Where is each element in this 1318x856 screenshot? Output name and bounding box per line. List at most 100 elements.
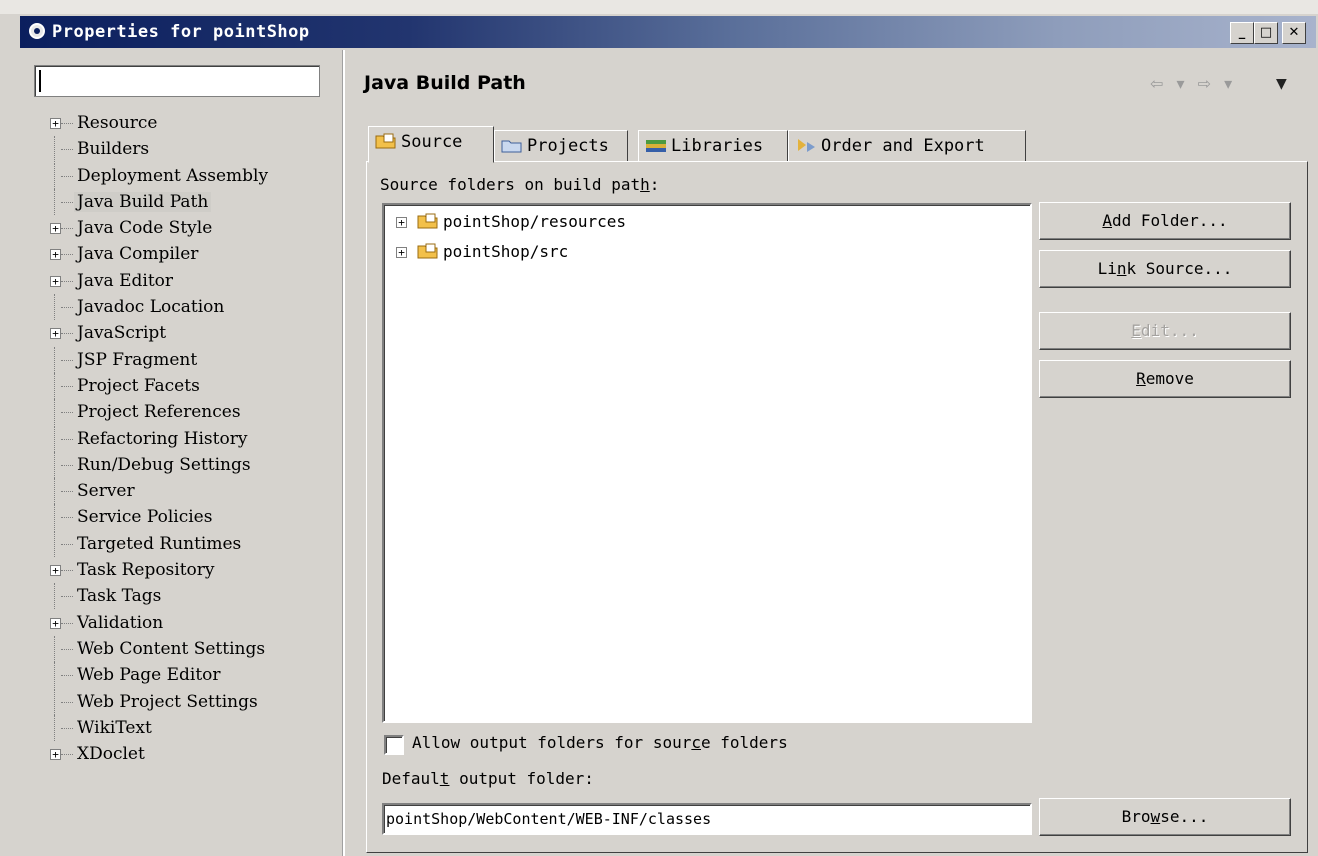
- tree-item[interactable]: + JavaScript: [44, 320, 271, 346]
- expand-icon[interactable]: +: [50, 223, 61, 235]
- close-button[interactable]: ✕: [1282, 22, 1306, 44]
- tree-line: [54, 162, 55, 189]
- add-folder-button[interactable]: Add Folder...: [1039, 202, 1291, 240]
- tree-item-label: Project Facets: [77, 375, 200, 396]
- tree-item[interactable]: + Java Compiler: [44, 241, 271, 267]
- maximize-button[interactable]: □: [1254, 22, 1278, 44]
- tree-item[interactable]: + Task Repository: [44, 557, 271, 583]
- expand-icon[interactable]: +: [50, 328, 61, 340]
- tree-item[interactable]: Project References: [44, 399, 271, 426]
- tree-item[interactable]: + Resource: [44, 110, 271, 136]
- list-item[interactable]: + pointShop/src: [396, 239, 568, 265]
- tree-item[interactable]: + Java Code Style: [44, 215, 271, 241]
- tree-item[interactable]: Targeted Runtimes: [44, 530, 271, 557]
- tree-item[interactable]: JSP Fragment: [44, 346, 271, 373]
- properties-gear-icon: [29, 23, 45, 39]
- tree-item[interactable]: Run/Debug Settings: [44, 451, 271, 478]
- tree-item[interactable]: Service Policies: [44, 504, 271, 531]
- tree-item-label: Deployment Assembly: [77, 165, 269, 186]
- expand-icon[interactable]: +: [50, 617, 61, 629]
- tree-item-label: Java Build Path: [74, 191, 212, 212]
- tree-item-label: WikiText: [77, 717, 152, 738]
- title-bar[interactable]: Properties for pointShop _ □ ✕: [20, 16, 1316, 50]
- tree-connector: [61, 754, 73, 756]
- history-navigation: ⇦ ▾ ⇨ ▾: [1150, 74, 1236, 93]
- tree-item-label: Web Content Settings: [77, 638, 266, 659]
- tab-order-and-export[interactable]: Order and Export: [788, 130, 1026, 162]
- tree-line: [54, 425, 55, 452]
- tree-line: [54, 346, 55, 373]
- allow-output-folders-label[interactable]: Allow output folders for source folders: [412, 733, 788, 752]
- source-folders-list[interactable]: + pointShop/resources + pointShop/src: [382, 203, 1032, 723]
- tree-connector: [61, 254, 73, 256]
- expand-icon[interactable]: +: [50, 118, 61, 129]
- expand-icon[interactable]: +: [396, 247, 407, 258]
- tree-item[interactable]: + Validation: [44, 610, 271, 636]
- list-item[interactable]: + pointShop/resources: [396, 209, 626, 235]
- tree-line: [54, 583, 55, 610]
- tab-projects[interactable]: Projects: [494, 130, 628, 162]
- allow-output-folders-checkbox[interactable]: [384, 735, 404, 755]
- tree-item-label: Javadoc Location: [77, 297, 225, 318]
- tree-item[interactable]: + Java Editor: [44, 268, 271, 294]
- tree-line: [54, 504, 55, 531]
- pane-splitter[interactable]: [342, 50, 345, 856]
- tree-connector: [61, 543, 73, 545]
- tree-connector: [61, 228, 73, 230]
- remove-button[interactable]: Remove: [1039, 360, 1291, 398]
- expand-icon[interactable]: +: [50, 749, 61, 761]
- tree-item[interactable]: Project Facets: [44, 372, 271, 399]
- default-output-folder-field[interactable]: pointShop/WebContent/WEB-INF/classes: [382, 803, 1032, 835]
- tree-line: [54, 662, 55, 689]
- source-folder-icon: [417, 213, 438, 229]
- tab-libraries-label: Libraries: [671, 136, 764, 156]
- source-folder-icon: [375, 133, 396, 149]
- tree-item[interactable]: + XDoclet: [44, 741, 271, 767]
- tree-connector: [61, 438, 73, 440]
- default-output-folder-label: Default output folder:: [382, 769, 594, 788]
- expand-icon[interactable]: +: [50, 249, 61, 261]
- edit-button[interactable]: Edit...: [1039, 312, 1291, 350]
- tree-connector: [61, 491, 73, 493]
- browse-button[interactable]: Browse...: [1039, 798, 1291, 836]
- tab-source[interactable]: Source: [368, 126, 494, 163]
- tree-item[interactable]: Refactoring History: [44, 425, 271, 452]
- tree-item[interactable]: Java Build Path: [44, 188, 271, 215]
- expand-icon[interactable]: +: [50, 275, 61, 287]
- expand-icon[interactable]: +: [50, 565, 61, 577]
- tree-item[interactable]: Web Content Settings: [44, 635, 271, 662]
- tree-connector: [61, 517, 73, 519]
- tree-item[interactable]: WikiText: [44, 714, 271, 741]
- back-button[interactable]: ⇦ ▾: [1150, 74, 1189, 93]
- tree-item-label: Validation: [77, 612, 164, 633]
- view-menu-icon[interactable]: ▼: [1276, 76, 1287, 92]
- folder-label: pointShop/resources: [443, 212, 627, 231]
- tree-item[interactable]: Web Project Settings: [44, 688, 271, 715]
- tree-item-label: Web Project Settings: [77, 691, 258, 712]
- tab-libraries[interactable]: Libraries: [638, 130, 788, 162]
- forward-button[interactable]: ⇨ ▾: [1198, 74, 1237, 93]
- tree-item[interactable]: Web Page Editor: [44, 662, 271, 689]
- expand-icon[interactable]: +: [396, 217, 407, 228]
- tree-connector: [61, 570, 73, 572]
- text-caret: [39, 70, 41, 92]
- minimize-button[interactable]: _: [1230, 22, 1254, 44]
- tab-projects-label: Projects: [527, 136, 609, 156]
- filter-input[interactable]: [34, 65, 320, 97]
- tree-item[interactable]: Deployment Assembly: [44, 162, 271, 189]
- link-source-button[interactable]: Link Source...: [1039, 250, 1291, 288]
- tree-item[interactable]: Builders: [44, 136, 271, 163]
- tree-item-label: Run/Debug Settings: [77, 454, 251, 475]
- tree-item-label: Server: [77, 481, 135, 502]
- source-folder-icon: [417, 243, 438, 259]
- tree-item-label: Project References: [77, 402, 241, 423]
- tree-line: [54, 451, 55, 478]
- source-folders-label: Source folders on build path:: [380, 175, 660, 194]
- tree-item[interactable]: Javadoc Location: [44, 294, 271, 321]
- tree-connector: [61, 359, 73, 361]
- tree-connector: [61, 412, 73, 414]
- libraries-icon: [646, 140, 666, 152]
- tree-item[interactable]: Task Tags: [44, 583, 271, 610]
- property-page-tree: + Resource Builders Deployment Assembly Java…: [44, 110, 271, 767]
- tree-item[interactable]: Server: [44, 478, 271, 505]
